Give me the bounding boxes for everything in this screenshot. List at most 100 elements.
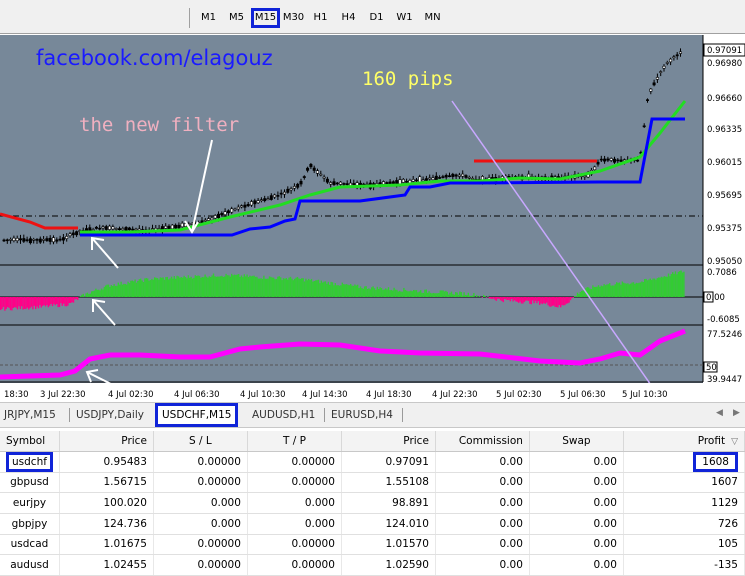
timeframe-h1-button[interactable]: H1 (307, 8, 334, 28)
column-header-swap[interactable]: Swap (529, 431, 624, 452)
symbol-column-cell: audusd (0, 554, 60, 576)
profit-cell: 1608 (693, 451, 738, 472)
toolbar-separator (189, 8, 190, 28)
table-row[interactable]: usdcad 1.01675 0.00000 0.00000 1.01570 0.00 0.… (0, 534, 745, 556)
price-scale-area (703, 35, 745, 401)
value-cell: 1.55108 (385, 476, 429, 489)
price-chart[interactable]: facebook.com/elagouz the new filter 160 … (0, 35, 745, 401)
table-row[interactable]: gbpjpy 124.736 0.000 0.000 124.010 0.00 0.00 72… (0, 513, 745, 535)
value-cell: 0.97091 (385, 455, 429, 468)
table-row[interactable]: audusd 1.02455 0.00000 0.00000 1.02590 0.00 0.… (0, 554, 745, 576)
timeframe-w1-button[interactable]: W1 (391, 8, 418, 28)
value-cell: 0.00 (499, 559, 523, 572)
table-cell: 0.00000 (153, 472, 248, 494)
time-label: 4 Jul 18:30 (366, 390, 412, 400)
value-cell: 124.010 (385, 517, 429, 530)
tab-divider (402, 408, 403, 422)
column-header-sl[interactable]: S / L (153, 431, 248, 452)
column-header-commission[interactable]: Commission (435, 431, 530, 452)
table-cell: 124.010 (341, 513, 436, 535)
value-cell: 0.00000 (197, 538, 241, 551)
timeframe-d1-button[interactable]: D1 (363, 8, 390, 28)
price-label: 0.96980 (707, 59, 742, 69)
table-cell: 0.00 (529, 472, 624, 494)
symbol-column-cell: usdchf (0, 451, 60, 473)
table-cell: 0.000 (247, 513, 342, 535)
brand-annotation: facebook.com/elagouz (36, 46, 273, 70)
time-label: 18:30 (4, 390, 29, 400)
value-cell: 0.00 (499, 455, 523, 468)
column-header-profit[interactable]: Profit ▽ (623, 431, 745, 452)
time-label: 5 Jul 06:30 (560, 390, 606, 400)
tab-audusd-h1[interactable]: AUDUSD,H1 (248, 406, 319, 424)
time-label: 5 Jul 10:30 (622, 390, 668, 400)
value-cell: 100.020 (103, 497, 147, 510)
value-cell: 0.00 (593, 476, 617, 489)
value-cell: 124.736 (103, 517, 147, 530)
symbol-cell: audusd (10, 559, 49, 572)
column-header-symbol[interactable]: Symbol (0, 431, 60, 452)
time-label: 4 Jul 10:30 (240, 390, 286, 400)
indicator1-label: 0.00 (706, 293, 725, 303)
profit-cell: 1607 (711, 476, 738, 489)
price-label: 0.96335 (707, 125, 742, 135)
table-cell: 98.891 (341, 492, 436, 514)
tab-scroll-left-icon[interactable]: ◀ (716, 408, 723, 418)
profit-cell: 105 (717, 538, 738, 551)
table-cell: 0.00000 (153, 451, 248, 473)
column-header-tp[interactable]: T / P (247, 431, 342, 452)
value-cell: 0.00 (499, 497, 523, 510)
column-header-price[interactable]: Price (59, 431, 154, 452)
value-cell: 0.95483 (103, 455, 147, 468)
timeframe-m1-button[interactable]: M1 (195, 8, 222, 28)
sort-descending-icon: ▽ (731, 436, 738, 447)
profit-column-cell: -135 (623, 554, 745, 576)
table-cell: 0.00 (529, 534, 624, 556)
table-cell: 0.00 (435, 554, 530, 576)
price-label: 0.96660 (707, 94, 742, 104)
value-cell: 0.00000 (291, 455, 335, 468)
table-cell: 1.56715 (59, 472, 154, 494)
symbol-column-cell: usdcad (0, 534, 60, 556)
chart-tabs: JRJPY,M15 USDJPY,Daily USDCHF,M15 AUDUSD… (0, 402, 745, 428)
timeframe-mn-button[interactable]: MN (419, 8, 446, 28)
value-cell: 0.00 (499, 476, 523, 489)
indicator2-label: 39.9447 (707, 375, 742, 385)
timeframe-m30-button[interactable]: M30 (280, 8, 307, 28)
time-label: 4 Jul 02:30 (108, 390, 154, 400)
tab-jrjpy-m15[interactable]: JRJPY,M15 (0, 406, 60, 424)
value-cell: 0.00000 (291, 538, 335, 551)
indicator2-label: 77.5246 (707, 330, 742, 340)
price-label: 0.95375 (707, 224, 742, 234)
table-cell: 0.00 (435, 451, 530, 473)
value-cell: 0.00000 (291, 476, 335, 489)
table-cell: 0.000 (153, 492, 248, 514)
tab-eurusd-h4[interactable]: EURUSD,H4 (327, 406, 397, 424)
indicator2-label: 50 (706, 363, 717, 373)
table-cell: 0.00 (435, 534, 530, 556)
time-label: 4 Jul 14:30 (302, 390, 348, 400)
time-label: 5 Jul 02:30 (496, 390, 542, 400)
trade-table-body: usdchf 0.95483 0.00000 0.00000 0.97091 0.00 0.… (0, 451, 745, 576)
value-cell: 0.00 (593, 559, 617, 572)
table-row[interactable]: eurjpy 100.020 0.000 0.000 98.891 0.00 0.00 112… (0, 492, 745, 514)
price-label: 0.96015 (707, 158, 742, 168)
symbol-cell: gbpjpy (11, 517, 48, 530)
filter-annotation: the new filter (79, 114, 239, 136)
table-row[interactable]: gbpusd 1.56715 0.00000 0.00000 1.55108 0.00 0.… (0, 472, 745, 494)
tab-usdchf-m15[interactable]: USDCHF,M15 (155, 403, 239, 427)
timeframe-h4-button[interactable]: H4 (335, 8, 362, 28)
symbol-cell: gbpusd (10, 476, 49, 489)
tab-scroll-right-icon[interactable]: ▶ (733, 408, 740, 418)
value-cell: 0.00 (593, 538, 617, 551)
tab-usdjpy-daily[interactable]: USDJPY,Daily (72, 406, 148, 424)
timeframe-m15-button[interactable]: M15 (251, 8, 280, 28)
table-cell: 0.00 (529, 513, 624, 535)
profit-cell: 1129 (711, 497, 738, 510)
table-row[interactable]: usdchf 0.95483 0.00000 0.00000 0.97091 0.00 0.… (0, 451, 745, 473)
table-cell: 0.97091 (341, 451, 436, 473)
value-cell: 0.000 (304, 497, 335, 510)
timeframe-m5-button[interactable]: M5 (223, 8, 250, 28)
column-header-close-price[interactable]: Price (341, 431, 436, 452)
time-label: 4 Jul 22:30 (432, 390, 478, 400)
